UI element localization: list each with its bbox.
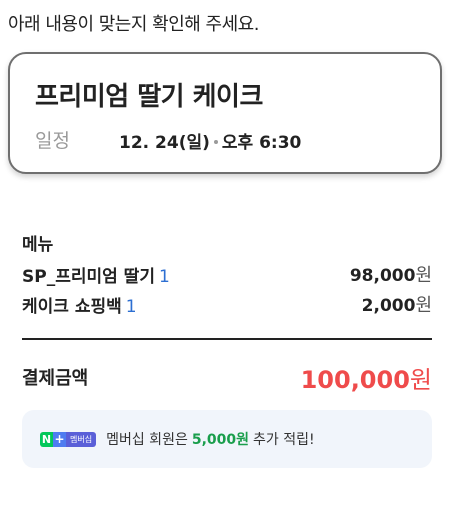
menu-item-currency: 원 — [415, 295, 432, 316]
menu-item-qty: 1 — [125, 296, 137, 317]
total-amount-wrap: 100,000원 — [301, 360, 432, 395]
naver-membership-badge-icon: N + 멤버십 — [40, 431, 97, 447]
membership-banner[interactable]: N + 멤버십 멤버십 회원은 5,000원 추가 적립! — [22, 410, 432, 468]
membership-suffix: 추가 적립! — [253, 432, 315, 448]
menu-item-name: SP_프리미엄 딸기 — [22, 266, 155, 287]
menu-item-price-wrap: 2,000원 — [362, 291, 432, 317]
membership-prefix: 멤버십 회원은 — [106, 432, 188, 448]
total-amount: 100,000 — [300, 365, 410, 394]
schedule-time: 오후 6:30 — [221, 133, 302, 153]
badge-text: 멤버십 — [66, 431, 97, 447]
menu-item-qty: 1 — [158, 266, 170, 287]
menu-item-price: 98,000 — [349, 266, 416, 286]
instruction-text: 아래 내용이 맞는지 확인해 주세요. — [8, 14, 259, 35]
menu-item-name-wrap: SP_프리미엄 딸기 1 — [22, 262, 170, 287]
separator-dot-icon — [213, 139, 218, 144]
menu-item-price-wrap: 98,000원 — [350, 261, 432, 287]
menu-item-name: 케이크 쇼핑백 — [22, 296, 122, 317]
total-currency: 원 — [409, 365, 432, 394]
badge-n: N — [40, 431, 53, 447]
total-row: 결제금액 100,000원 — [22, 360, 432, 394]
menu-item-name-wrap: 케이크 쇼핑백 1 — [22, 292, 137, 317]
total-label: 결제금액 — [22, 368, 89, 389]
menu-item: 케이크 쇼핑백 1 2,000원 — [22, 291, 432, 317]
total-divider — [22, 338, 432, 340]
menu-heading: 메뉴 — [22, 235, 54, 255]
badge-plus: + — [53, 431, 66, 447]
membership-text: 멤버십 회원은 5,000원 추가 적립! — [106, 429, 315, 449]
schedule-label: 일정 — [35, 130, 70, 152]
schedule-value: 12. 24(일) 오후 6:30 — [119, 128, 301, 153]
membership-points: 5,000원 — [191, 432, 249, 448]
menu-item: SP_프리미엄 딸기 1 98,000원 — [22, 261, 432, 287]
product-title: 프리미엄 딸기 케이크 — [35, 82, 263, 112]
reservation-summary-card: 프리미엄 딸기 케이크 일정 12. 24(일) 오후 6:30 — [8, 52, 442, 174]
menu-item-currency: 원 — [415, 265, 432, 286]
schedule-date: 12. 24(일) — [119, 133, 210, 153]
menu-item-price: 2,000 — [361, 296, 416, 316]
